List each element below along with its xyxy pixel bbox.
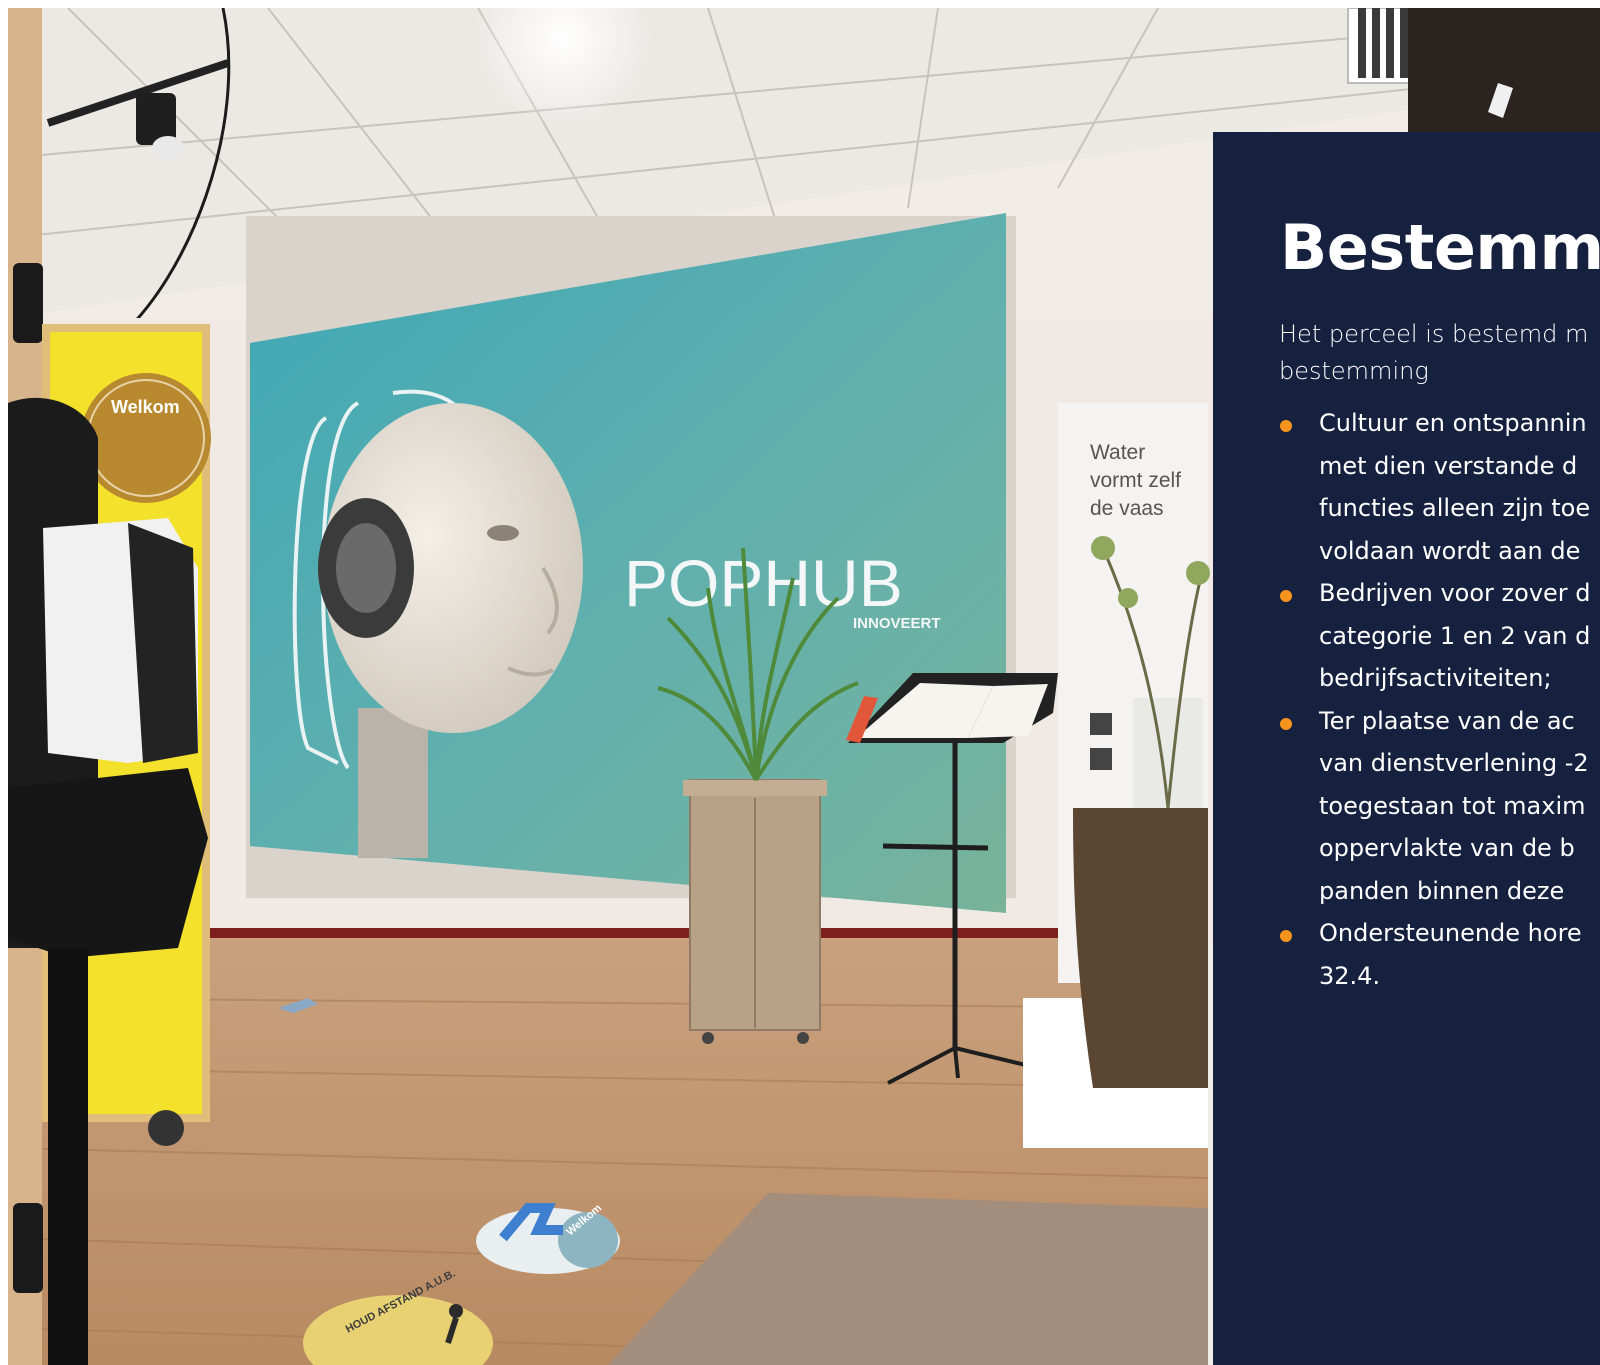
water-sign-line-3: de vaas: [1090, 497, 1164, 520]
list-item-line: panden binnen deze: [1319, 876, 1565, 905]
water-sign-line-1: Water: [1090, 441, 1145, 464]
bullet-dot: [1280, 590, 1292, 602]
panel-title: Bestemmi: [1280, 211, 1600, 284]
intro-line: bestemming: [1279, 357, 1429, 385]
list-item-line: Ter plaatse van de ac: [1319, 706, 1575, 735]
list-item-line: oppervlakte van de b: [1319, 834, 1575, 862]
brand-sign: POPHUB: [624, 546, 903, 620]
list-item-line: Cultuur en ontspannin: [1319, 409, 1587, 437]
list-item: Bedrijven voor zover d categorie 1 en 2 …: [1279, 572, 1600, 700]
bestemming-panel: Bestemmi Het perceel is bestemd m bestem…: [1213, 132, 1600, 1365]
bestemming-list: Cultuur en ontspannin met dien verstande…: [1279, 402, 1600, 997]
list-item-line: Ondersteunende hore: [1319, 919, 1582, 947]
plant-pot: [683, 779, 827, 1044]
list-item-line: categorie 1 en 2 van d: [1319, 621, 1591, 650]
panel-intro: Het perceel is bestemd m bestemming: [1279, 316, 1600, 390]
brand-tagline: INNOVEERT: [853, 615, 941, 632]
list-item-line: van dienstverlening -2: [1319, 749, 1589, 777]
list-item-line: 32.4.: [1319, 961, 1381, 990]
water-sign-line-2: vormt zelf: [1090, 469, 1181, 492]
bullet-dot: [1280, 717, 1292, 730]
bullet-dot: [1280, 420, 1292, 432]
list-item-line: functies alleen zijn toe: [1319, 494, 1591, 522]
list-item-line: Bedrijven voor zover d: [1319, 579, 1591, 607]
bullet-dot: [1280, 930, 1292, 942]
list-item-line: bedrijfsactiviteiten;: [1319, 664, 1552, 692]
list-item: Ter plaatse van de ac van dienstverlenin…: [1279, 700, 1600, 913]
list-item-line: voldaan wordt aan de: [1319, 536, 1581, 565]
intro-line: Het perceel is bestemd m: [1279, 320, 1589, 348]
list-item: Cultuur en ontspannin met dien verstande…: [1279, 402, 1600, 572]
slide-page: POPHUB INNOVEERT Water vormt zelf de vaa…: [0, 0, 1600, 1365]
list-item: Ondersteunende hore 32.4.: [1279, 912, 1600, 997]
welkom-sign: Welkom: [111, 397, 180, 417]
list-item-line: toegestaan tot maxim: [1319, 791, 1586, 820]
list-item-line: met dien verstande d: [1319, 451, 1578, 480]
